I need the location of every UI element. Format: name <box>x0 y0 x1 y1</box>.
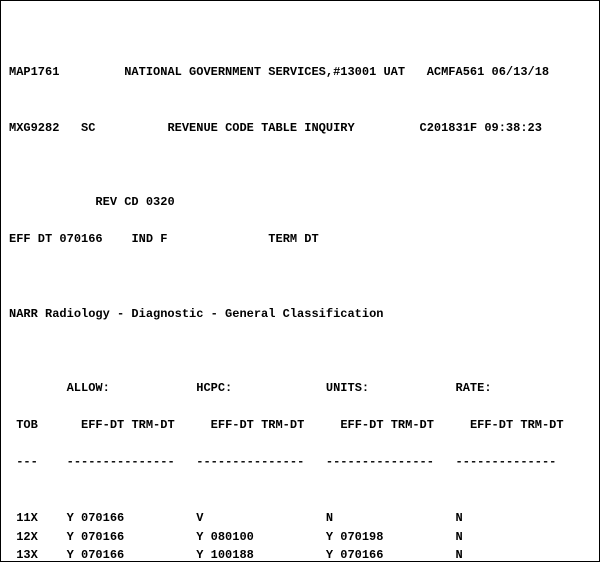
narr-text: Radiology - Diagnostic - General Classif… <box>45 307 383 321</box>
title-2: REVENUE CODE TABLE INQUIRY <box>167 121 354 135</box>
table-row: 13X Y 070166 Y 100188 Y 070166 N <box>9 546 591 562</box>
map-id: MAP1761 <box>9 65 59 79</box>
dash-4: -------------- <box>456 455 557 469</box>
sc-code: SC <box>81 121 95 135</box>
date: 06/13/18 <box>492 65 550 79</box>
ind-label: IND <box>131 232 153 246</box>
data-rows: 11X Y 070166 V N N 12X Y 070166 Y 080100… <box>9 509 591 562</box>
rev-cd-line: REV CD 0320 <box>9 193 591 212</box>
blank-line <box>9 342 591 361</box>
narr-line: NARR Radiology - Diagnostic - General Cl… <box>9 305 591 324</box>
blank-line <box>9 267 591 286</box>
header-line-1: MAP1761 NATIONAL GOVERNMENT SERVICES,#13… <box>9 63 591 82</box>
sub-header: TOB EFF-DT TRM-DT EFF-DT TRM-DT EFF-DT T… <box>9 416 591 435</box>
terminal-screen: MAP1761 NATIONAL GOVERNMENT SERVICES,#13… <box>0 0 600 562</box>
col-units: UNITS: <box>326 381 369 395</box>
time: 09:38:23 <box>484 121 542 135</box>
title-1: NATIONAL GOVERNMENT SERVICES,#13001 UAT <box>124 65 405 79</box>
mxg-id: MXG9282 <box>9 121 59 135</box>
c-code: C201831F <box>420 121 478 135</box>
eff-dt-label: EFF DT <box>9 232 52 246</box>
col-sub-1: EFF-DT TRM-DT <box>81 418 175 432</box>
dash-0: --- <box>16 455 38 469</box>
eff-line: EFF DT 070166 IND F TERM DT <box>9 230 591 249</box>
col-sub-2: EFF-DT TRM-DT <box>211 418 305 432</box>
rev-cd-label: REV CD <box>95 195 138 209</box>
dash-row: --- --------------- --------------- ----… <box>9 453 591 472</box>
col-sub-4: EFF-DT TRM-DT <box>470 418 564 432</box>
table-row: 11X Y 070166 V N N <box>9 509 591 528</box>
header-line-2: MXG9282 SC REVENUE CODE TABLE INQUIRY C2… <box>9 119 591 138</box>
dash-1: --------------- <box>67 455 175 469</box>
blank-line <box>9 156 591 175</box>
session-id: ACMFA561 <box>427 65 485 79</box>
eff-dt-value: 070166 <box>59 232 102 246</box>
dash-3: --------------- <box>326 455 434 469</box>
dash-2: --------------- <box>196 455 304 469</box>
narr-label: NARR <box>9 307 38 321</box>
term-dt-label: TERM DT <box>268 232 318 246</box>
col-hcpc: HCPC: <box>196 381 232 395</box>
table-row: 12X Y 070166 Y 080100 Y 070198 N <box>9 528 591 547</box>
rev-cd-value: 0320 <box>146 195 175 209</box>
ind-value: F <box>160 232 167 246</box>
col-tob: TOB <box>16 418 38 432</box>
col-rate: RATE: <box>456 381 492 395</box>
group-header: ALLOW: HCPC: UNITS: RATE: <box>9 379 591 398</box>
col-allow: ALLOW: <box>67 381 110 395</box>
col-sub-3: EFF-DT TRM-DT <box>340 418 434 432</box>
